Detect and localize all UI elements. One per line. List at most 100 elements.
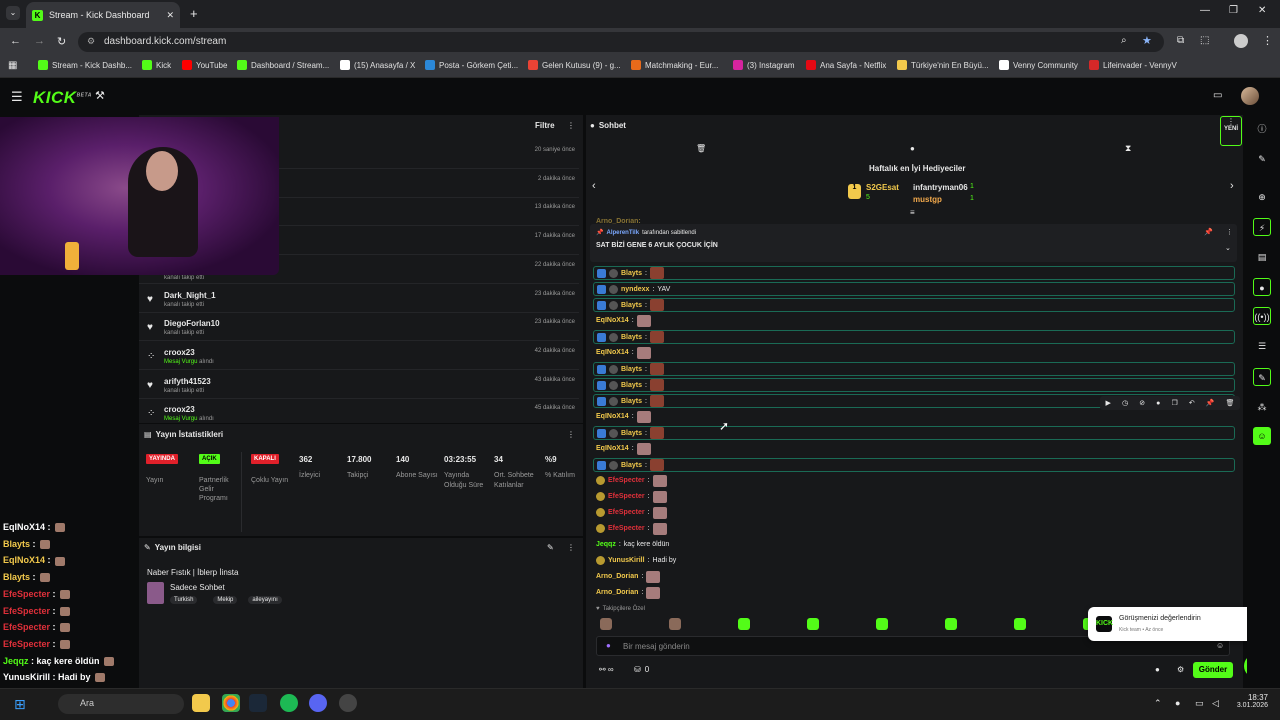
back-icon[interactable]: ← [10, 35, 21, 47]
chat-username[interactable]: Jeqqz [596, 541, 616, 548]
chat-username[interactable]: Blayts [621, 270, 642, 277]
chat-username[interactable]: EqINoX14 [596, 317, 629, 324]
gift-emote-1[interactable] [669, 618, 681, 630]
event-user[interactable]: arifyth41523 [164, 377, 211, 386]
stream-tag[interactable]: Mekip [213, 596, 238, 604]
hide-icon[interactable]: ⊘ [1139, 399, 1145, 407]
chat-username[interactable]: Blayts [621, 334, 642, 341]
unpin-icon[interactable]: 📌 [1204, 228, 1213, 236]
chat-username[interactable]: EfeSpecter [608, 525, 645, 532]
chat-username[interactable]: EqINoX14 [596, 445, 629, 452]
hamburger-menu-icon[interactable]: ☰ [11, 89, 23, 105]
user-avatar[interactable] [1241, 87, 1259, 105]
extensions-puzzle-icon[interactable]: ⬚ [1200, 35, 1209, 46]
bookmark-6[interactable]: Gelen Kutusu (9) - g... [528, 60, 621, 70]
layers-icon[interactable]: ☰ [1253, 337, 1271, 355]
play-icon[interactable]: ▶ [1106, 399, 1111, 407]
chat-username[interactable]: Blayts [621, 398, 642, 405]
delete-message-icon[interactable]: 🗑 [1226, 399, 1235, 407]
mic-icon[interactable]: ● [606, 641, 611, 650]
explorer-icon[interactable] [192, 694, 210, 712]
chat-gear-icon[interactable]: ⚙ [1177, 665, 1184, 674]
chat-username[interactable]: Blayts [621, 366, 642, 373]
chat-username[interactable]: EfeSpecter [608, 477, 645, 484]
copy-icon[interactable]: ❐ [1171, 399, 1177, 407]
chat-username[interactable]: Arno_Dorian [596, 589, 638, 596]
event-user[interactable]: croox23 [164, 348, 195, 357]
settings-wrench-icon[interactable]: ✎ [1253, 368, 1271, 386]
maximize-icon[interactable]: ❐ [1229, 5, 1238, 16]
bookmark-8[interactable]: (3) Instagram [733, 60, 795, 70]
pinned-menu-icon[interactable]: ⋮ [1226, 228, 1233, 236]
discord-icon[interactable] [309, 694, 327, 712]
new-tab-icon[interactable]: + [190, 6, 198, 21]
chat-settings-button[interactable]: ⋮ YENİ [1220, 116, 1242, 146]
hourglass-icon[interactable]: ⧗ [1125, 143, 1131, 154]
info-icon[interactable]: ⓘ [1253, 120, 1271, 138]
event-user[interactable]: Dark_Night_1 [164, 291, 216, 300]
chat-username[interactable]: Blayts [621, 462, 642, 469]
send-button[interactable]: Gönder [1193, 662, 1233, 678]
app-icon[interactable] [339, 694, 357, 712]
apps-grid-icon[interactable]: ▦ [8, 60, 17, 71]
reply-icon[interactable]: ● [1156, 400, 1160, 407]
toast-notification[interactable]: KICK Görüşmenizi değerlendirin Kick team… [1088, 607, 1268, 641]
mic-tray-icon[interactable]: ● [1175, 698, 1180, 708]
trash-icon[interactable]: 🗑 [696, 144, 706, 153]
bookmark-7[interactable]: Matchmaking - Eur... [631, 60, 718, 70]
filter-button[interactable]: Filtre [535, 121, 555, 130]
bookmark-2[interactable]: YouTube [182, 60, 227, 70]
chat-mode-icon[interactable]: ● [910, 144, 915, 153]
site-info-icon[interactable]: ⚙ [87, 36, 95, 47]
chat-username[interactable]: EfeSpecter [608, 509, 645, 516]
broadcast-icon[interactable]: ((•)) [1253, 307, 1271, 325]
bookmark-12[interactable]: Lifeinvader - VennyV [1089, 60, 1177, 70]
close-tab-icon[interactable]: ✕ [166, 10, 174, 21]
gift-emote-5[interactable] [945, 618, 957, 630]
bookmark-11[interactable]: Venny Community [999, 60, 1078, 70]
undo-icon[interactable]: ↶ [1189, 399, 1195, 407]
chat-emotes-icon[interactable]: ● [1155, 665, 1160, 674]
volume-icon[interactable]: ◁ [1212, 698, 1219, 709]
lightning-icon[interactable]: ⚡ [1253, 218, 1271, 236]
bookmark-5[interactable]: Posta - Görkem Çeti... [425, 60, 518, 70]
network-icon[interactable]: ▭ [1195, 698, 1204, 709]
gifters-next-icon[interactable]: › [1230, 180, 1234, 192]
clock[interactable]: 18:37 3.01.2026 [1232, 693, 1268, 709]
url-input[interactable]: dashboard.kick.com/stream [78, 32, 1164, 52]
target-icon[interactable]: ⊕ [1253, 188, 1271, 206]
kick-logo[interactable]: KICKBETA [33, 88, 92, 108]
close-window-icon[interactable]: ✕ [1258, 5, 1266, 16]
bookmark-4[interactable]: (15) Anasayfa / X [340, 60, 415, 70]
stream-tag[interactable]: aileyayını [248, 596, 282, 604]
bookmark-star-icon[interactable]: ★ [1142, 34, 1152, 47]
tab-search-icon[interactable]: ⌄ [6, 6, 20, 20]
gift-emote-2[interactable] [738, 618, 750, 630]
chat-tool-icon[interactable]: ● [1253, 278, 1271, 296]
pin-message-icon[interactable]: 📌 [1206, 399, 1215, 407]
menu-kebab-icon[interactable]: ⋮ [1262, 34, 1273, 47]
nodes-icon[interactable]: ⁂ [1253, 398, 1271, 416]
bookmark-1[interactable]: Kick [142, 60, 171, 70]
minimize-icon[interactable]: — [1200, 5, 1210, 16]
bookmark-10[interactable]: Türkiye'nin En Büyü... [897, 60, 989, 70]
profile-avatar[interactable] [1234, 34, 1248, 48]
category-name[interactable]: Sadece Sohbet [170, 583, 225, 592]
document-icon[interactable]: ▤ [1253, 248, 1271, 266]
bot-icon[interactable]: ☺ [1253, 427, 1271, 445]
windows-start-icon[interactable]: ⊞ [14, 696, 26, 713]
chat-username[interactable]: EqINoX14 [596, 413, 629, 420]
event-user[interactable]: croox23 [164, 405, 195, 414]
gift-emote-6[interactable] [1014, 618, 1026, 630]
gifters-prev-icon[interactable]: ‹ [592, 180, 596, 192]
edit-icon[interactable]: ✎ [547, 543, 554, 552]
bookmark-0[interactable]: Stream - Kick Dashb... [38, 60, 132, 70]
stream-info-menu-icon[interactable]: ⋮ [567, 543, 575, 552]
gift-emote-4[interactable] [876, 618, 888, 630]
expand-pinned-icon[interactable]: ⌄ [1225, 244, 1231, 252]
bookmark-3[interactable]: Dashboard / Stream... [237, 60, 329, 70]
chat-username[interactable]: Blayts [621, 430, 642, 437]
taskbar-search[interactable]: Ara [58, 694, 184, 714]
spotify-icon[interactable] [280, 694, 298, 712]
chat-username[interactable]: Arno_Dorian [596, 573, 638, 580]
